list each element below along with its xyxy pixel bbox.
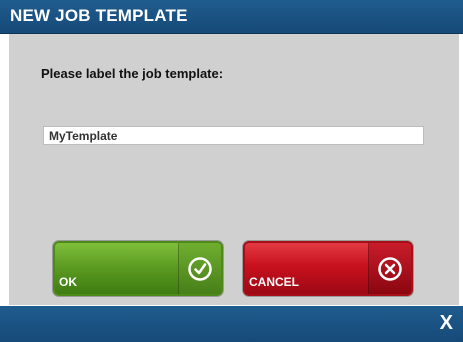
- close-button[interactable]: X: [440, 312, 453, 335]
- title-bar: NEW JOB TEMPLATE: [0, 0, 463, 34]
- cancel-button[interactable]: CANCEL: [243, 241, 413, 296]
- cancel-button-label: CANCEL: [249, 275, 299, 289]
- prompt-label: Please label the job template:: [41, 66, 224, 81]
- new-job-template-dialog: NEW JOB TEMPLATE Please label the job te…: [0, 0, 463, 342]
- x-circle-icon: [378, 257, 402, 281]
- template-name-input[interactable]: [43, 126, 424, 145]
- ok-icon-zone: [178, 243, 221, 294]
- dialog-title: NEW JOB TEMPLATE: [10, 6, 188, 25]
- ok-button[interactable]: OK: [53, 241, 223, 296]
- cancel-icon-zone: [368, 243, 411, 294]
- ok-button-label: OK: [59, 275, 77, 289]
- dialog-body: Please label the job template: OK CANCEL: [9, 34, 459, 305]
- check-circle-icon: [188, 257, 212, 281]
- bottom-bar: X: [0, 306, 463, 342]
